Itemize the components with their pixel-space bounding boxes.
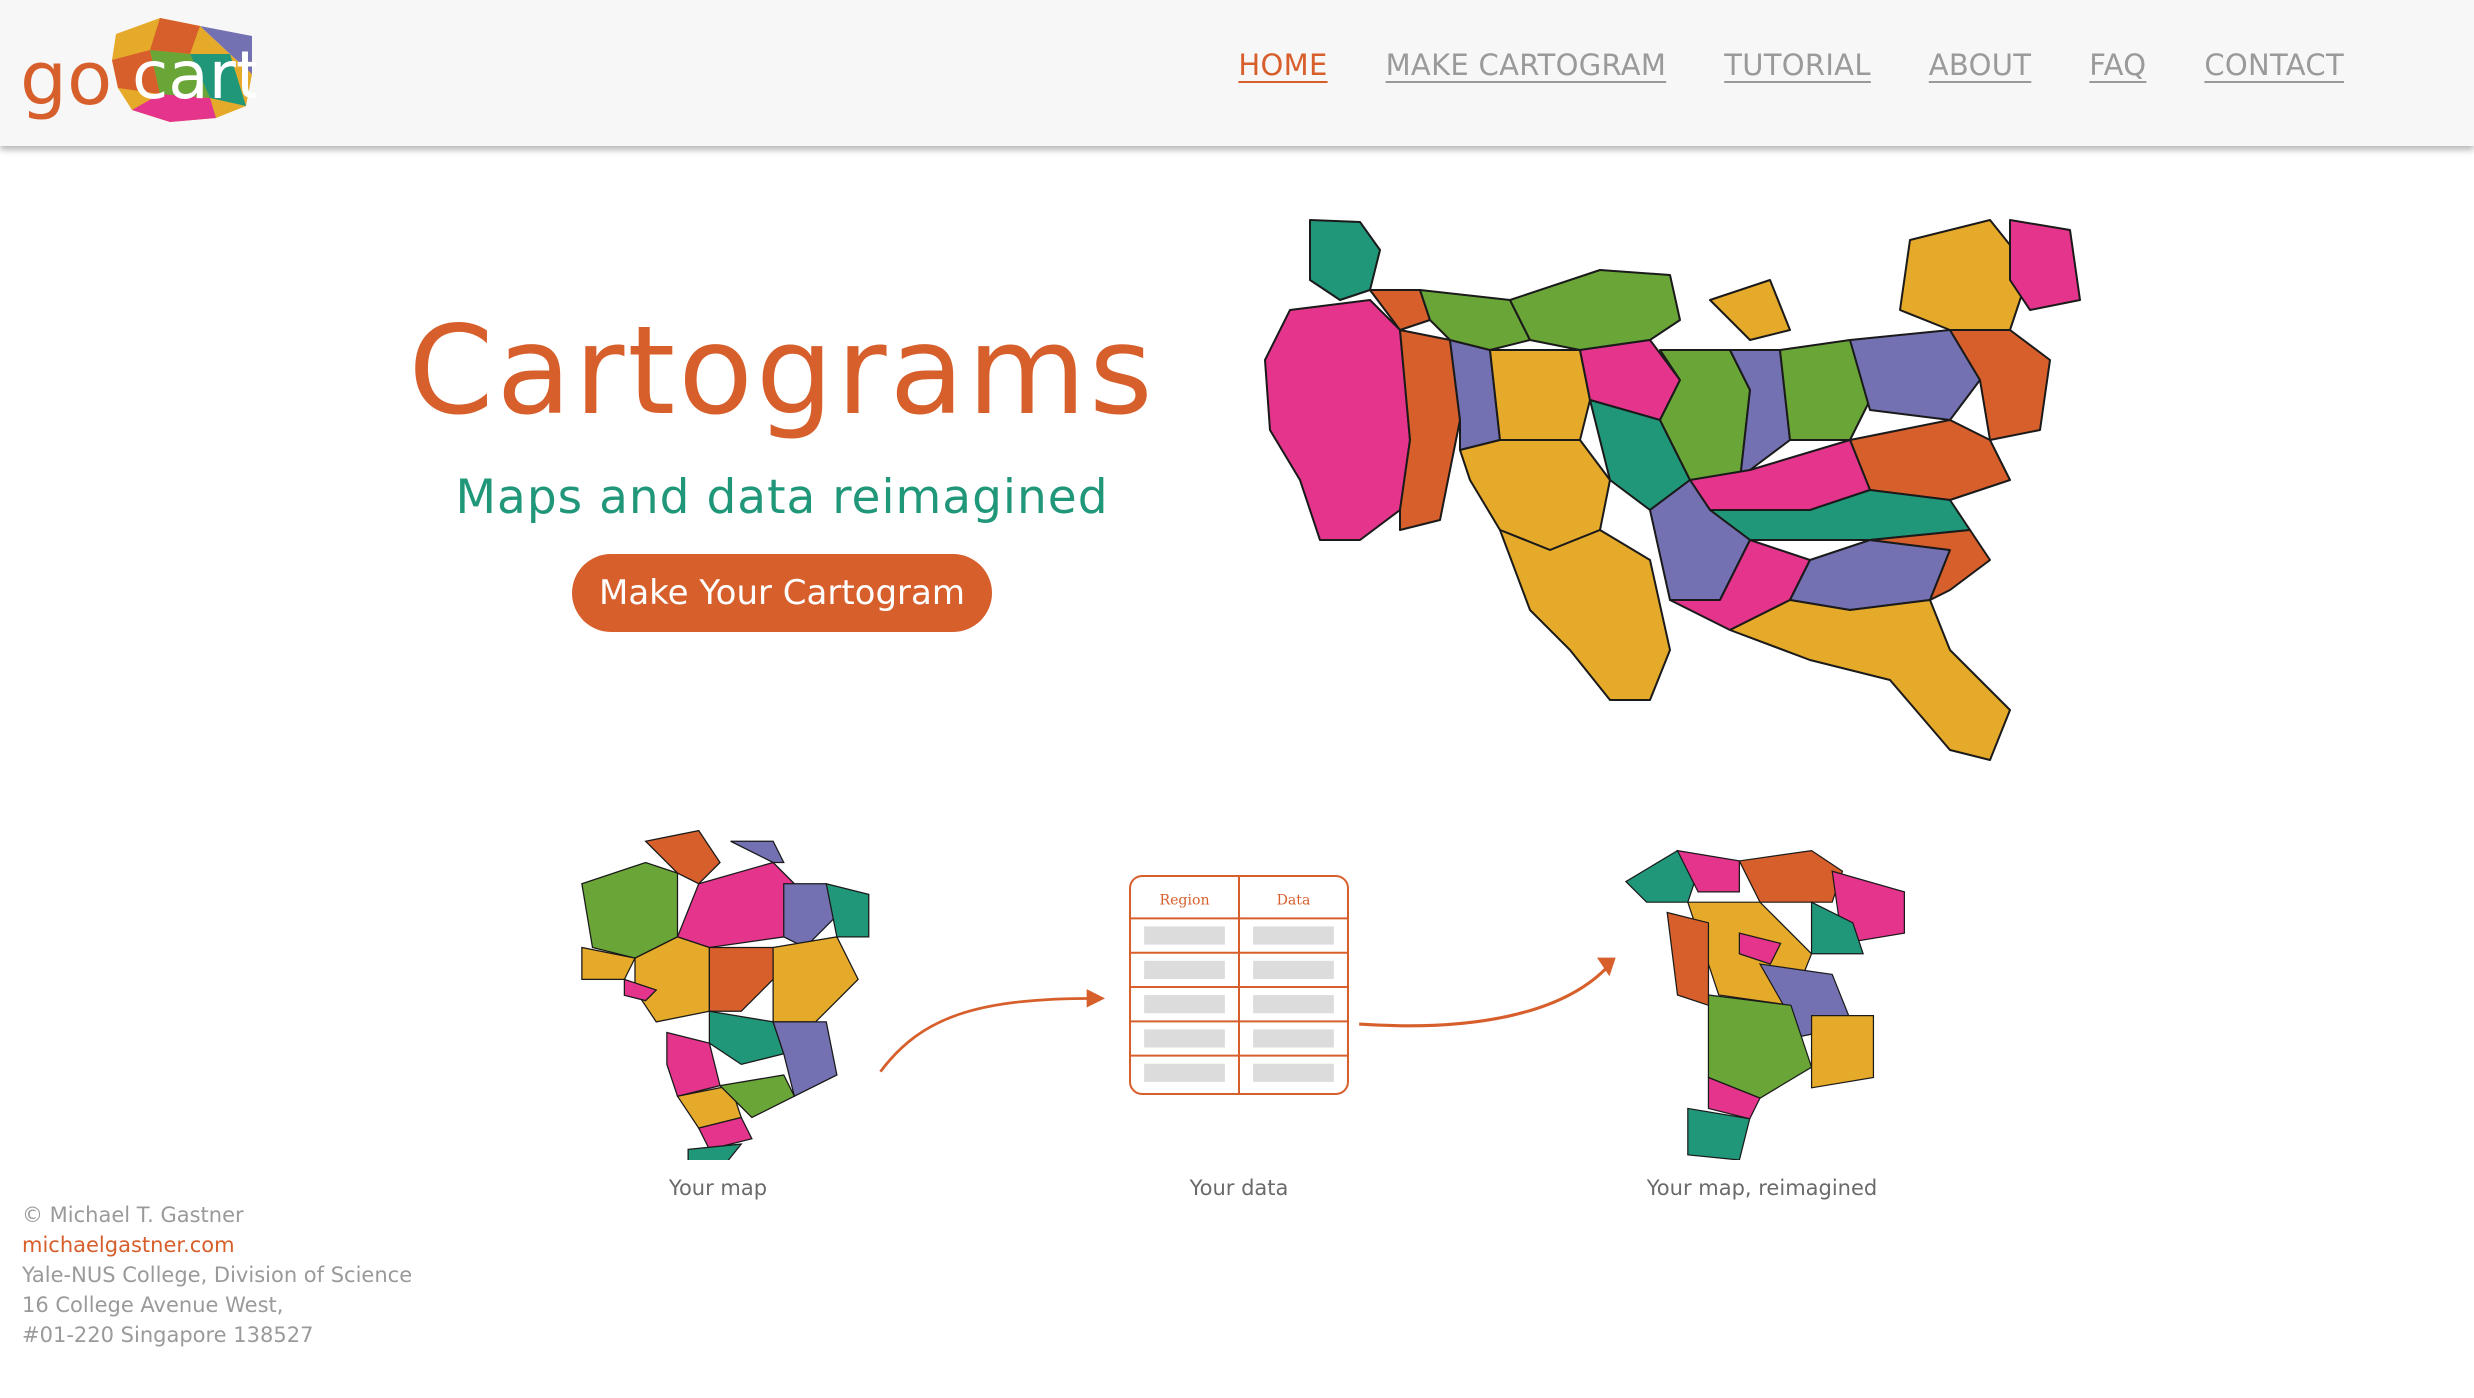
your-map-caption: Your map xyxy=(668,1176,768,1200)
arrow-icon xyxy=(879,989,1105,1073)
logo-text: go· xyxy=(20,36,136,122)
address-line-2: 16 College Avenue West, xyxy=(22,1293,284,1317)
reimagined-caption: Your map, reimagined xyxy=(1646,1176,1878,1200)
table-header-region: Region xyxy=(1159,892,1209,908)
site-footer: © Michael T. Gastner michaelgastner.com … xyxy=(22,1200,412,1350)
nav-tutorial[interactable]: TUTORIAL xyxy=(1724,48,1871,82)
reimagined-map-image xyxy=(1624,849,1905,1160)
address-line-1: Yale-NUS College, Division of Science xyxy=(22,1263,413,1287)
main-nav: HOME MAKE CARTOGRAM TUTORIAL ABOUT FAQ C… xyxy=(1238,48,2344,82)
copyright-text: © Michael T. Gastner xyxy=(22,1203,244,1227)
website-link[interactable]: michaelgastner.com xyxy=(22,1233,235,1257)
hero-subtitle: Maps and data reimagined xyxy=(455,470,1109,525)
svg-text:cart: cart xyxy=(132,37,256,114)
arrow-icon xyxy=(1359,957,1616,1028)
site-header: go· cart HOME MAKE CARTOGRAM TUTORIAL AB… xyxy=(0,0,2474,146)
nav-faq[interactable]: FAQ xyxy=(2089,48,2146,82)
us-cartogram-image xyxy=(1264,219,2081,761)
address-line-3: #01-220 Singapore 138527 xyxy=(22,1323,314,1347)
make-cartogram-button[interactable]: Make Your Cartogram xyxy=(572,554,992,632)
nav-contact[interactable]: CONTACT xyxy=(2204,48,2344,82)
your-data-caption: Your data xyxy=(1189,1176,1289,1200)
nav-about[interactable]: ABOUT xyxy=(1929,48,2032,82)
table-header-data: Data xyxy=(1277,892,1311,908)
nav-make-cartogram[interactable]: MAKE CARTOGRAM xyxy=(1386,48,1667,82)
your-data-table-image: Region Data xyxy=(1129,875,1349,1095)
your-map-image xyxy=(581,829,870,1160)
gocart-logo[interactable]: go· cart xyxy=(20,14,256,126)
hero-title: Cartograms xyxy=(408,300,1156,442)
nav-home[interactable]: HOME xyxy=(1238,48,1327,82)
